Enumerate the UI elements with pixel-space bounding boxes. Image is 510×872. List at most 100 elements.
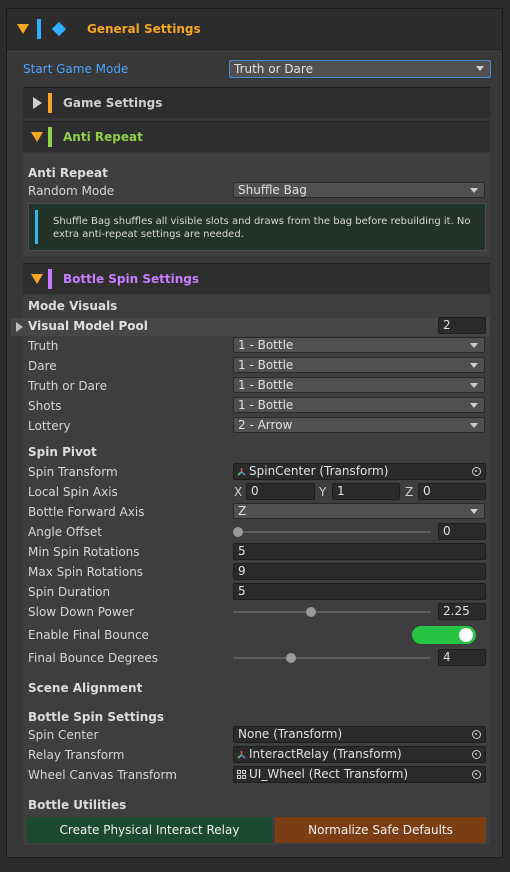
slow-power-field[interactable]: 2.25 [438, 603, 486, 620]
help-box: Shuffle Bag shuffles all visible slots a… [28, 203, 486, 251]
mode-dropdown-truth[interactable]: 1 - Bottle [233, 337, 485, 353]
visual-model-pool-row[interactable]: Visual Model Pool [11, 318, 490, 336]
foldout-expanded-icon[interactable] [31, 132, 43, 142]
anti-repeat-heading: Anti Repeat [28, 166, 108, 180]
mode-dropdown-lottery[interactable]: 2 - Arrow [233, 417, 485, 433]
mode-dropdown-truth-or-dare[interactable]: 1 - Bottle [233, 377, 485, 393]
mode-value-lottery: 2 - Arrow [238, 418, 293, 432]
axis-z-field[interactable]: 0 [418, 483, 486, 500]
spin-duration-label: Spin Duration [28, 585, 111, 599]
final-bounce-label: Enable Final Bounce [28, 628, 149, 642]
start-mode-dropdown[interactable]: Truth or Dare [229, 60, 491, 78]
scene-alignment-heading: Scene Alignment [28, 681, 143, 695]
forward-axis-dropdown[interactable]: Z [233, 503, 485, 519]
bounce-deg-value: 4 [443, 650, 451, 664]
visual-model-pool-label: Visual Model Pool [28, 319, 148, 333]
mode-label-shots: Shots [28, 399, 62, 413]
axis-z-label: Z [405, 485, 414, 499]
forward-axis-value: Z [238, 504, 247, 518]
game-settings-title: Game Settings [63, 96, 163, 110]
mode-label-lottery: Lottery [28, 419, 71, 433]
foldout-expanded-icon[interactable] [31, 274, 43, 284]
min-rot-field[interactable]: 5 [233, 543, 486, 560]
anti-repeat-foldout[interactable]: Anti Repeat [23, 121, 490, 152]
start-mode-label: Start Game Mode [23, 62, 129, 76]
create-relay-button[interactable]: Create Physical Interact Relay [27, 817, 272, 843]
object-picker-icon[interactable] [472, 750, 481, 759]
help-text-line1: Shuffle Bag shuffles all visible slots a… [53, 216, 471, 227]
slow-power-label: Slow Down Power [28, 605, 135, 619]
start-mode-value: Truth or Dare [234, 62, 313, 76]
visual-model-pool-count[interactable]: 2 [438, 317, 486, 334]
slow-power-track[interactable] [233, 611, 431, 613]
spin-center-value: None (Transform) [238, 727, 343, 741]
object-picker-icon[interactable] [472, 730, 481, 739]
spin-pivot-heading: Spin Pivot [28, 445, 97, 459]
axis-x-label: X [234, 485, 243, 499]
angle-offset-slider-handle[interactable] [233, 527, 243, 537]
wheel-canvas-value: UI_Wheel (Rect Transform) [249, 767, 409, 781]
relay-transform-label: Relay Transform [28, 748, 125, 762]
angle-offset-field[interactable]: 0 [438, 523, 486, 540]
spin-center-label: Spin Center [28, 728, 99, 742]
axis-x-field[interactable]: 0 [246, 483, 315, 500]
spin-center-field[interactable]: None (Transform) [233, 726, 486, 743]
color-tag-icon [48, 93, 52, 113]
local-spin-axis-label: Local Spin Axis [28, 485, 118, 499]
diamond-icon [51, 21, 67, 37]
spin-duration-field[interactable]: 5 [233, 583, 486, 600]
mode-value-dare: 1 - Bottle [238, 358, 294, 372]
angle-offset-track[interactable] [233, 531, 431, 533]
mode-dropdown-dare[interactable]: 1 - Bottle [233, 357, 485, 373]
inspector-panel: General Settings Start Game Mode Truth o… [6, 8, 503, 858]
wheel-canvas-field[interactable]: UI_Wheel (Rect Transform) [233, 766, 486, 783]
foldout-collapsed-icon[interactable] [33, 97, 42, 109]
chevron-down-icon [470, 188, 478, 193]
chevron-down-icon [470, 423, 478, 428]
chevron-down-icon [470, 509, 478, 514]
spin-transform-field[interactable]: SpinCenter (Transform) [233, 463, 486, 480]
bottle-spin-title: Bottle Spin Settings [63, 272, 200, 286]
normalize-defaults-button[interactable]: Normalize Safe Defaults [275, 817, 486, 843]
chevron-down-icon [476, 66, 484, 71]
bottle-spin-refs-heading: Bottle Spin Settings [28, 710, 165, 724]
pool-count-value: 2 [443, 318, 451, 332]
spin-transform-value: SpinCenter (Transform) [249, 464, 389, 478]
object-picker-icon[interactable] [472, 467, 481, 476]
anti-repeat-title: Anti Repeat [63, 130, 143, 144]
mode-value-shots: 1 - Bottle [238, 398, 294, 412]
color-tag-icon [48, 127, 52, 147]
info-bar-icon [35, 210, 38, 244]
bounce-deg-track[interactable] [233, 657, 431, 659]
general-settings-title: General Settings [87, 22, 201, 36]
foldout-collapsed-icon[interactable] [16, 322, 23, 332]
bounce-deg-slider-handle[interactable] [285, 653, 296, 663]
relay-transform-value: InteractRelay (Transform) [249, 747, 402, 761]
game-settings-foldout[interactable]: Game Settings [23, 87, 490, 118]
relay-transform-field[interactable]: InteractRelay (Transform) [233, 746, 486, 763]
mode-dropdown-shots[interactable]: 1 - Bottle [233, 397, 485, 413]
color-tag-icon [37, 19, 41, 39]
axis-z-value: 0 [423, 484, 431, 498]
mode-visuals-heading: Mode Visuals [28, 299, 118, 313]
color-tag-icon [48, 269, 52, 289]
chevron-down-icon [470, 343, 478, 348]
final-bounce-toggle[interactable] [412, 626, 476, 644]
foldout-expanded-icon[interactable] [17, 24, 29, 34]
mode-label-truth: Truth [28, 339, 59, 353]
min-rot-value: 5 [238, 544, 246, 558]
bottle-spin-foldout[interactable]: Bottle Spin Settings [23, 263, 490, 294]
axis-y-field[interactable]: 1 [332, 483, 400, 500]
random-mode-dropdown[interactable]: Shuffle Bag [233, 182, 485, 198]
general-settings-header[interactable]: General Settings [7, 9, 502, 50]
random-mode-value: Shuffle Bag [238, 183, 307, 197]
object-picker-icon[interactable] [472, 770, 481, 779]
mode-label-truth-or-dare: Truth or Dare [28, 379, 107, 393]
toggle-knob [459, 628, 473, 642]
min-rot-label: Min Spin Rotations [28, 545, 140, 559]
random-mode-label: Random Mode [28, 184, 115, 198]
spin-duration-value: 5 [238, 584, 246, 598]
bounce-deg-field[interactable]: 4 [438, 649, 486, 666]
mode-value-truth-or-dare: 1 - Bottle [238, 378, 294, 392]
max-rot-field[interactable]: 9 [233, 563, 486, 580]
